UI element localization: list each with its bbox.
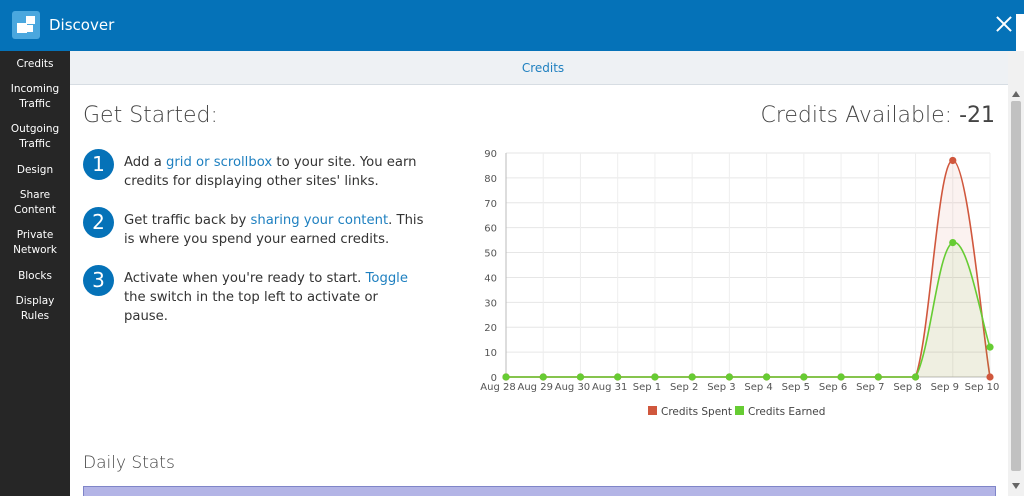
legend-label-0: Credits Spent — [661, 406, 732, 418]
sidebar-item-design[interactable]: Design — [0, 163, 70, 178]
y-tick-label: 80 — [484, 174, 497, 185]
data-point-1 — [502, 373, 510, 381]
data-point-1 — [725, 373, 733, 381]
scroll-thumb[interactable] — [1011, 101, 1021, 471]
step-3-text: Activate when you're ready to start. Tog… — [124, 271, 408, 324]
data-point-1 — [986, 343, 994, 351]
window-title: Discover — [49, 16, 115, 34]
legend-swatch-0 — [648, 406, 657, 415]
sidebar-item-private-network[interactable]: Private Network — [0, 228, 70, 258]
x-tick-label: Sep 4 — [744, 382, 772, 393]
data-point-1 — [949, 239, 957, 247]
x-tick-label: Aug 31 — [592, 382, 627, 393]
y-tick-label: 70 — [484, 199, 497, 210]
data-point-1 — [539, 373, 547, 381]
step-3-badge: 3 — [83, 265, 114, 296]
x-tick-label: Sep 2 — [670, 382, 698, 393]
sidebar-item-blocks[interactable]: Blocks — [0, 269, 70, 284]
y-tick-label: 30 — [484, 298, 497, 309]
x-tick-label: Aug 29 — [518, 382, 553, 393]
y-tick-label: 20 — [484, 323, 497, 334]
x-tick-label: Sep 1 — [633, 382, 661, 393]
y-tick-label: 90 — [484, 149, 497, 160]
data-point-1 — [688, 373, 696, 381]
data-point-0 — [986, 373, 994, 381]
legend-swatch-1 — [735, 406, 744, 415]
data-point-0 — [949, 156, 957, 165]
y-tick-label: 10 — [484, 348, 497, 359]
daily-stats-box — [83, 486, 996, 496]
step-2-text: Get traffic back by sharing your content… — [124, 213, 424, 247]
x-tick-label: Sep 8 — [893, 382, 921, 393]
step-2-badge: 2 — [83, 207, 114, 238]
x-tick-label: Sep 9 — [931, 382, 959, 393]
main-content: Credits Get Started: Credits Available: … — [70, 51, 1008, 496]
close-icon[interactable] — [993, 13, 1015, 35]
sidebar-item-incoming-traffic[interactable]: Incoming Traffic — [0, 82, 70, 112]
legend-label-1: Credits Earned — [748, 406, 825, 418]
x-tick-label: Sep 6 — [819, 382, 847, 393]
data-point-1 — [614, 373, 622, 381]
sidebar-item-share-content[interactable]: Share Content — [0, 188, 70, 218]
sidebar-item-credits[interactable]: Credits — [0, 57, 70, 72]
scroll-up-icon[interactable] — [1012, 91, 1020, 97]
x-tick-label: Aug 30 — [555, 382, 590, 393]
grid-scrollbox-link[interactable]: grid or scrollbox — [166, 155, 272, 170]
x-tick-label: Sep 7 — [856, 382, 884, 393]
sidebar: Credits Incoming Traffic Outgoing Traffi… — [0, 51, 70, 496]
data-point-1 — [800, 373, 808, 381]
data-point-1 — [576, 373, 585, 381]
data-point-1 — [874, 373, 882, 381]
x-tick-label: Sep 5 — [782, 382, 810, 393]
scrollbar[interactable] — [1008, 51, 1024, 496]
scroll-down-icon[interactable] — [1012, 483, 1020, 489]
sidebar-item-outgoing-traffic[interactable]: Outgoing Traffic — [0, 122, 70, 152]
data-point-1 — [763, 373, 771, 381]
daily-stats-heading: Daily Stats — [83, 453, 175, 473]
step-1-badge: 1 — [83, 149, 114, 180]
series-line-0 — [506, 159, 991, 378]
step-1-text: Add a grid or scrollbox to your site. Yo… — [124, 155, 417, 189]
series-line-1 — [506, 241, 991, 378]
data-point-1 — [837, 373, 845, 381]
sidebar-item-display-rules[interactable]: Display Rules — [0, 294, 70, 324]
x-tick-label: Sep 3 — [707, 382, 735, 393]
data-point-1 — [651, 373, 659, 381]
credits-available: Credits Available: -21 — [760, 103, 995, 128]
y-tick-label: 60 — [484, 224, 497, 235]
y-tick-label: 50 — [484, 249, 497, 260]
x-tick-label: Sep 10 — [965, 382, 1000, 393]
sharing-content-link[interactable]: sharing your content — [250, 213, 388, 228]
app-logo-icon — [12, 11, 40, 39]
credits-available-value: -21 — [959, 103, 995, 128]
get-started-heading: Get Started: — [83, 103, 218, 128]
series-area-0 — [506, 160, 990, 377]
credits-chart: 0102030405060708090Aug 28 Aug 29 Aug 30 Aug… — [480, 149, 1000, 418]
data-point-1 — [911, 373, 920, 381]
y-tick-label: 40 — [484, 273, 497, 284]
credits-available-label: Credits Available: — [760, 103, 953, 128]
tab-bar: Credits — [70, 51, 1008, 85]
series-area-1 — [506, 242, 990, 377]
toggle-link[interactable]: Toggle — [366, 271, 408, 286]
tab-credits[interactable]: Credits — [70, 61, 1016, 75]
x-tick-label: Aug 28 — [480, 382, 515, 393]
window-titlebar: Discover — [0, 0, 1024, 51]
